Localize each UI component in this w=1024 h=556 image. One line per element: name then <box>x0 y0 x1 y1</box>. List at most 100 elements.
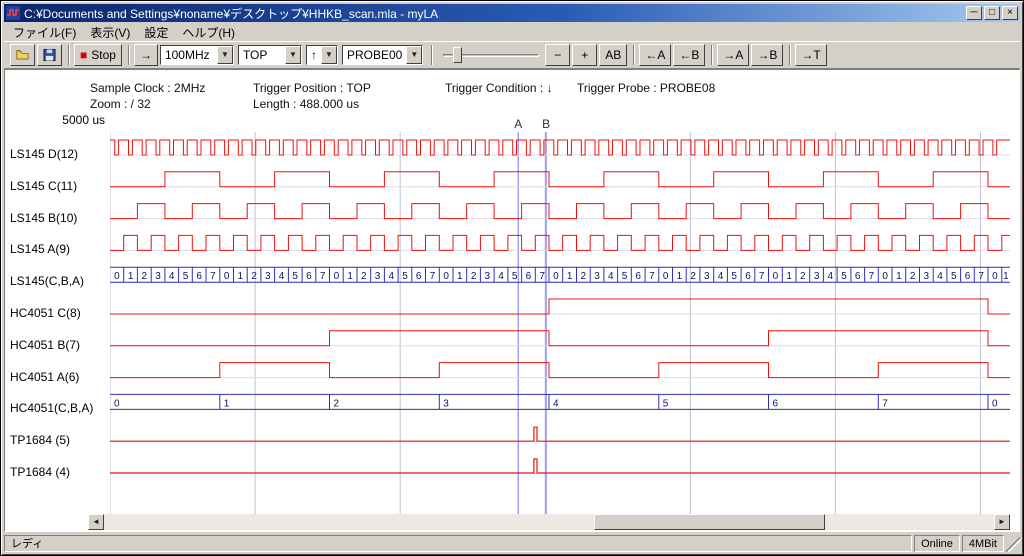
zoom-out-button[interactable]: − <box>545 44 570 66</box>
svg-text:5: 5 <box>183 271 189 282</box>
horizontal-scrollbar[interactable]: ◄ ► <box>88 514 1010 530</box>
title-bar[interactable]: C:¥Documents and Settings¥noname¥デスクトップ¥… <box>4 4 1020 22</box>
svg-text:4: 4 <box>553 398 559 409</box>
svg-text:2: 2 <box>910 271 916 282</box>
svg-text:0: 0 <box>114 271 120 282</box>
minimize-button[interactable]: ─ <box>966 6 982 20</box>
svg-text:2: 2 <box>800 271 806 282</box>
svg-text:2: 2 <box>334 398 340 409</box>
goto-cursor-b-left-button[interactable]: ←B <box>673 44 705 66</box>
channel-label: HC4051 B(7) <box>10 337 108 353</box>
stop-button-label: Stop <box>91 48 116 62</box>
goto-trigger-button[interactable]: →T <box>795 44 826 66</box>
close-button[interactable]: × <box>1002 6 1018 20</box>
svg-text:0: 0 <box>224 271 230 282</box>
trigger-probe-select[interactable]: PROBE00 ▼ <box>342 45 423 65</box>
digital-waveform <box>110 459 1010 473</box>
chevron-down-icon[interactable]: ▼ <box>406 46 422 64</box>
stop-button[interactable]: ■ Stop <box>74 44 122 66</box>
svg-text:6: 6 <box>306 271 312 282</box>
svg-text:1: 1 <box>224 398 230 409</box>
time-scale-label: 5000 us <box>35 113 105 127</box>
svg-text:4: 4 <box>718 271 724 282</box>
menu-file[interactable]: ファイル(F) <box>6 22 83 43</box>
status-memory: 4MBit <box>962 535 1004 552</box>
svg-text:4: 4 <box>608 271 614 282</box>
svg-text:1: 1 <box>677 271 683 282</box>
svg-text:7: 7 <box>320 271 326 282</box>
svg-text:3: 3 <box>155 271 161 282</box>
zoom-in-button[interactable]: + <box>572 44 597 66</box>
single-step-button[interactable]: → <box>134 44 158 66</box>
svg-text:3: 3 <box>375 271 381 282</box>
goto-cursor-a-left-button[interactable]: ←A <box>639 44 671 66</box>
svg-text:5: 5 <box>622 271 628 282</box>
svg-text:0: 0 <box>773 271 779 282</box>
open-file-button[interactable] <box>10 44 35 66</box>
svg-text:7: 7 <box>539 271 545 282</box>
svg-text:2: 2 <box>251 271 257 282</box>
svg-text:1: 1 <box>896 271 902 282</box>
scrollbar-thumb[interactable] <box>594 514 825 530</box>
floppy-disk-icon <box>43 48 56 62</box>
svg-text:7: 7 <box>649 271 655 282</box>
zoom-slider-handle[interactable] <box>453 47 462 63</box>
toolbar-separator <box>711 45 713 65</box>
channel-label: LS145(C,B,A) <box>10 273 108 289</box>
chevron-down-icon[interactable]: ▼ <box>285 46 301 64</box>
svg-text:1: 1 <box>457 271 463 282</box>
trigger-position-info: Trigger Position : TOP <box>253 81 371 95</box>
svg-text:4: 4 <box>828 271 834 282</box>
zoom-slider[interactable] <box>441 44 541 66</box>
svg-text:5: 5 <box>402 271 408 282</box>
svg-text:7: 7 <box>759 271 765 282</box>
toolbar: ■ Stop → 100MHz ▼ TOP ▼ ↑ ▼ PROBE00 ▼ − … <box>4 41 1020 69</box>
svg-text:6: 6 <box>773 398 779 409</box>
trigger-position-select[interactable]: TOP ▼ <box>238 45 302 65</box>
goto-cursor-b-right-button[interactable]: →B <box>751 44 783 66</box>
svg-text:6: 6 <box>635 271 641 282</box>
svg-text:0: 0 <box>882 271 888 282</box>
svg-text:B: B <box>542 118 550 131</box>
menu-help[interactable]: ヘルプ(H) <box>175 22 242 43</box>
trigger-probe-value: PROBE00 <box>343 46 406 64</box>
svg-text:3: 3 <box>265 271 271 282</box>
sample-clock-info: Sample Clock : 2MHz <box>90 81 205 95</box>
resize-grip[interactable] <box>1006 535 1020 552</box>
waveform-plot[interactable]: AB01234567012345670123456701234567012345… <box>110 118 1010 522</box>
svg-text:A: A <box>514 118 522 131</box>
scroll-right-icon[interactable]: ► <box>994 514 1010 530</box>
svg-text:3: 3 <box>924 271 930 282</box>
svg-text:5: 5 <box>731 271 737 282</box>
svg-text:0: 0 <box>114 398 120 409</box>
goto-cursor-a-right-button[interactable]: →A <box>717 44 749 66</box>
svg-text:0: 0 <box>443 271 449 282</box>
channel-label: HC4051 C(8) <box>10 305 108 321</box>
channel-label: LS145 D(12) <box>10 146 108 162</box>
svg-text:0: 0 <box>663 271 669 282</box>
scrollbar-track[interactable] <box>104 514 994 530</box>
trigger-edge-select[interactable]: ↑ ▼ <box>306 45 338 65</box>
zoom-ab-button[interactable]: AB <box>599 44 627 66</box>
menu-view[interactable]: 表示(V) <box>83 22 137 43</box>
app-window: C:¥Documents and Settings¥noname¥デスクトップ¥… <box>0 0 1024 556</box>
toolbar-separator <box>128 45 130 65</box>
channel-label: LS145 B(10) <box>10 210 108 226</box>
menu-settings[interactable]: 設定 <box>137 22 175 43</box>
scroll-left-icon[interactable]: ◄ <box>88 514 104 530</box>
svg-text:1: 1 <box>128 271 134 282</box>
svg-text:0: 0 <box>334 271 340 282</box>
svg-text:4: 4 <box>389 271 395 282</box>
save-button[interactable] <box>37 44 62 66</box>
maximize-button[interactable]: □ <box>984 6 1000 20</box>
chevron-down-icon[interactable]: ▼ <box>217 46 233 64</box>
chevron-down-icon[interactable]: ▼ <box>321 46 337 64</box>
svg-text:2: 2 <box>361 271 367 282</box>
status-ready: レディ <box>4 535 912 552</box>
zoom-info: Zoom : / 32 <box>90 97 151 111</box>
digital-waveform <box>110 331 1010 346</box>
sample-clock-select[interactable]: 100MHz ▼ <box>160 45 234 65</box>
length-info: Length : 488.000 us <box>253 97 359 111</box>
svg-text:1: 1 <box>238 271 244 282</box>
svg-text:6: 6 <box>416 271 422 282</box>
